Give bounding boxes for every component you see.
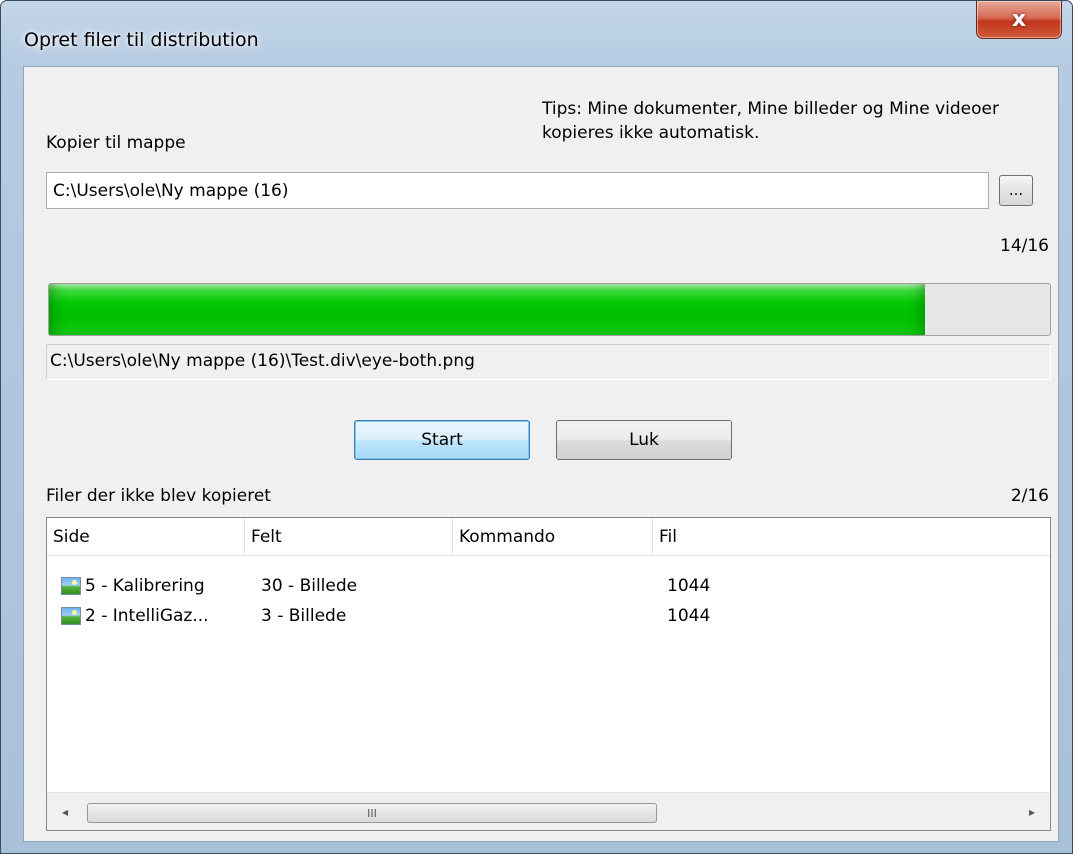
close-icon: x: [1011, 7, 1027, 32]
cell-felt: 3 - Billede: [261, 606, 347, 626]
cell-side: 2 - IntelliGaz...: [85, 606, 209, 626]
copy-progress-bar: [48, 283, 1051, 336]
list-header: Side Felt Kommando Fil: [47, 518, 1050, 556]
destination-folder-input[interactable]: [46, 172, 989, 209]
start-button[interactable]: Start: [354, 420, 530, 460]
column-header-side[interactable]: Side: [47, 518, 245, 556]
column-header-kommando[interactable]: Kommando: [453, 518, 653, 556]
image-icon: [61, 607, 81, 625]
window-title: Opret filer til distribution: [24, 29, 259, 51]
dialog-body: Tips: Mine dokumenter, Mine billeder og …: [23, 66, 1059, 842]
destination-label: Kopier til mappe: [46, 133, 186, 153]
column-header-fil[interactable]: Fil: [653, 518, 1050, 556]
column-header-felt[interactable]: Felt: [245, 518, 453, 556]
not-copied-label: Filer der ikke blev kopieret: [46, 486, 271, 506]
scroll-right-icon[interactable]: ▸: [1014, 793, 1050, 831]
progress-count: 14/16: [1000, 236, 1049, 256]
scroll-thumb[interactable]: III: [87, 803, 657, 823]
current-file-path: C:\Users\ole\Ny mappe (16)\Test.div\eye-…: [46, 344, 1051, 380]
progress-fill: [49, 284, 925, 335]
image-icon: [61, 577, 81, 595]
close-button[interactable]: Luk: [556, 420, 732, 460]
dialog-window: Opret filer til distribution x Tips: Min…: [0, 0, 1073, 854]
not-copied-count: 2/16: [1010, 486, 1049, 506]
scroll-left-icon[interactable]: ◂: [47, 793, 83, 831]
not-copied-list[interactable]: Side Felt Kommando Fil 5 - Kalibrering 3…: [46, 517, 1051, 831]
cell-fil: 1044: [667, 606, 711, 626]
cell-fil: 1044: [667, 576, 711, 596]
table-row[interactable]: 2 - IntelliGaz... 3 - Billede 1044: [47, 601, 1050, 631]
table-row[interactable]: 5 - Kalibrering 30 - Billede 1044: [47, 571, 1050, 601]
cell-kommando: [459, 571, 644, 601]
cell-felt: 30 - Billede: [261, 576, 358, 596]
cell-kommando: [459, 601, 644, 631]
horizontal-scrollbar[interactable]: ◂ III ▸: [47, 792, 1050, 830]
tips-text: Tips: Mine dokumenter, Mine billeder og …: [542, 99, 999, 143]
cell-side: 5 - Kalibrering: [85, 576, 205, 596]
browse-button[interactable]: ...: [999, 175, 1033, 206]
close-window-button[interactable]: x: [976, 1, 1062, 39]
